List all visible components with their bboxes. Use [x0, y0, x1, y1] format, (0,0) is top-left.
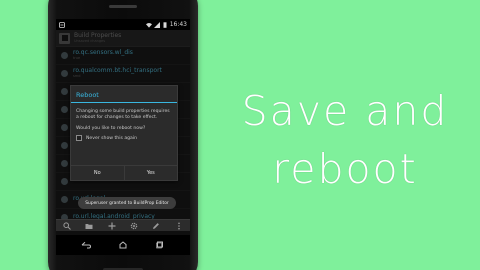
reboot-dialog: Reboot Changing some build properties re…: [70, 85, 178, 181]
back-icon[interactable]: [79, 240, 93, 250]
no-button[interactable]: No: [71, 166, 124, 180]
yes-button[interactable]: Yes: [123, 166, 178, 180]
wifi-icon: [145, 22, 152, 28]
never-show-label: Never show this again: [86, 135, 138, 141]
promo-caption: Save and reboot: [240, 82, 450, 198]
system-navigation-bar: [56, 235, 190, 255]
dialog-button-bar: No Yes: [71, 165, 177, 180]
home-icon[interactable]: [116, 240, 130, 250]
status-bar: 16:43: [56, 19, 190, 30]
bottom-toolbar: [56, 219, 190, 231]
signal-icon: [153, 21, 160, 28]
dialog-message: Changing some build properties requires …: [76, 109, 170, 120]
promo-line-1: Save and: [241, 87, 449, 135]
phone-screen: 16:43 Build Properties Unsaved changes r…: [56, 19, 190, 255]
add-icon[interactable]: [107, 221, 116, 230]
battery-icon: [162, 21, 168, 28]
never-show-checkbox-row[interactable]: Never show this again: [71, 131, 177, 141]
folder-icon[interactable]: [85, 221, 94, 230]
recents-icon[interactable]: [153, 240, 167, 250]
status-time: 16:43: [169, 21, 187, 28]
never-show-checkbox[interactable]: [76, 135, 82, 141]
earpiece-speaker: [109, 5, 137, 8]
overflow-menu-icon[interactable]: [174, 221, 183, 230]
edit-icon[interactable]: [152, 221, 161, 230]
settings-icon[interactable]: [130, 221, 139, 230]
notification-icon: [59, 21, 65, 28]
search-icon[interactable]: [63, 221, 72, 230]
dialog-title: Reboot: [71, 86, 177, 103]
promo-line-2: reboot: [272, 145, 418, 193]
superuser-toast: Superuser granted to BuildProp Editor: [78, 197, 176, 209]
dialog-question: Would you like to reboot now?: [76, 126, 146, 131]
